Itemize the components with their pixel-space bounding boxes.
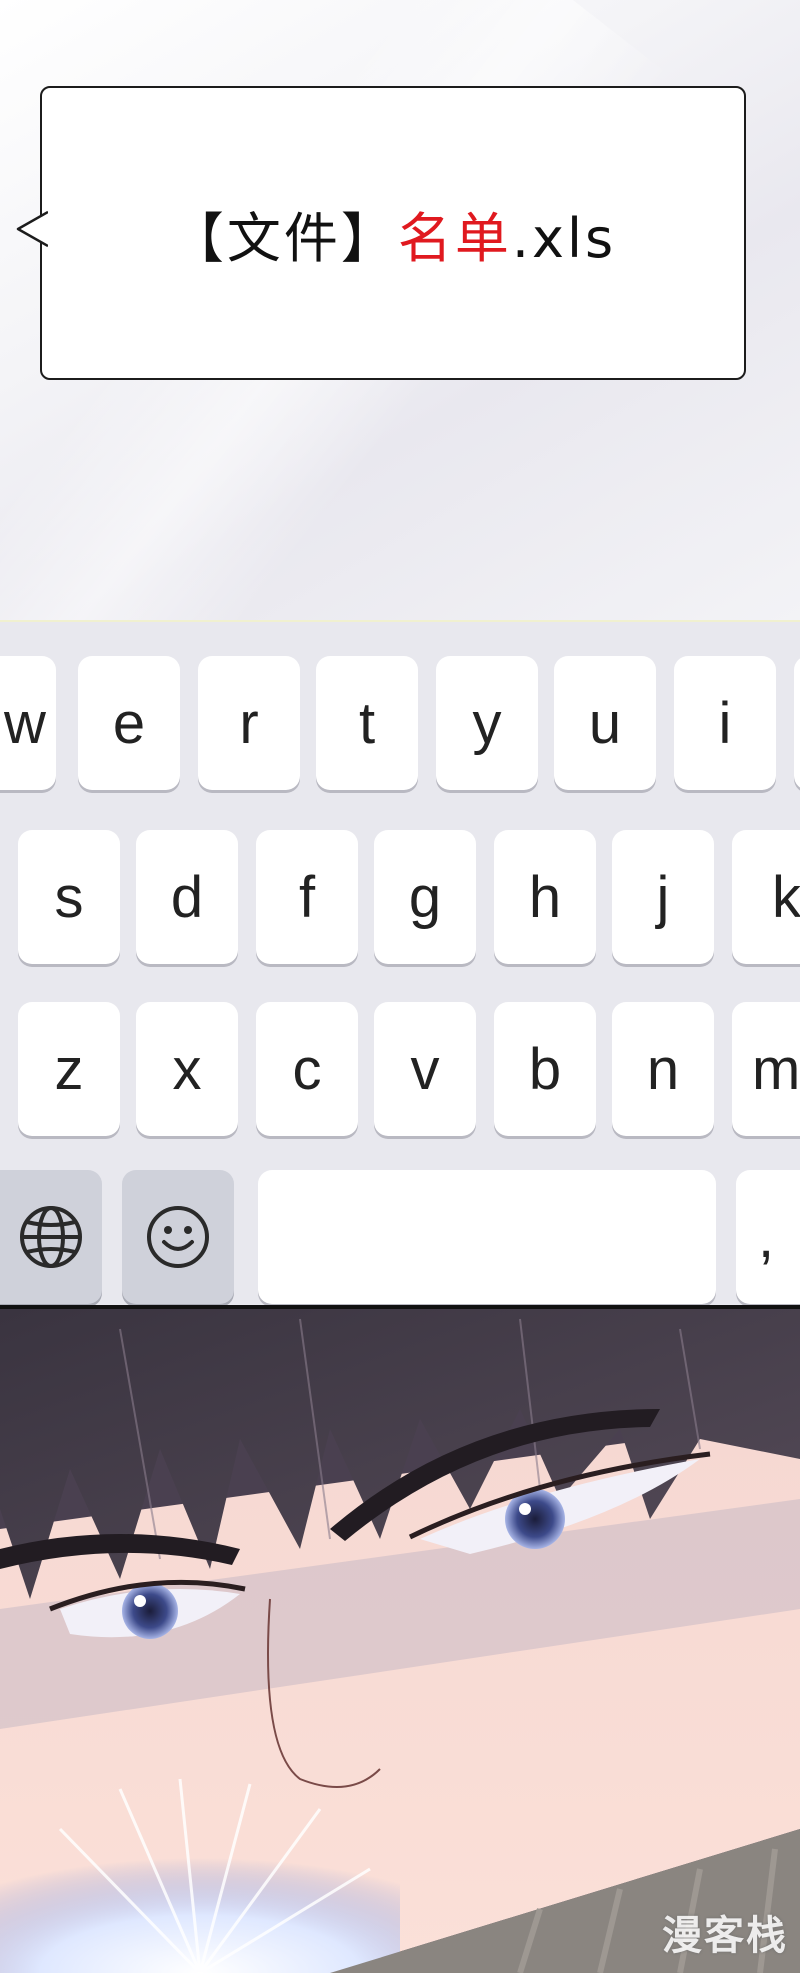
bubble-tail [16, 210, 48, 248]
key-x[interactable]: x [136, 1002, 238, 1136]
character-face-illustration [0, 1309, 800, 1973]
file-message: 【文件】名单.xls [170, 194, 616, 273]
watermark-logo: 漫客栈 [662, 1913, 788, 1959]
key-y[interactable]: y [436, 656, 538, 790]
key-i[interactable]: i [674, 656, 776, 790]
file-name: 名单 [397, 206, 512, 270]
bracket-open: 【 [169, 206, 227, 270]
manga-illustration: 漫客栈 [0, 1309, 800, 1973]
key-o-partial[interactable] [794, 656, 800, 790]
phone-screen: 【文件】名单.xls [0, 0, 800, 620]
chat-bubble[interactable]: 【文件】名单.xls [40, 86, 746, 380]
key-d[interactable]: d [136, 830, 238, 964]
key-v[interactable]: v [374, 1002, 476, 1136]
key-z[interactable]: z [18, 1002, 120, 1136]
bracket-close: 】 [340, 206, 398, 270]
on-screen-keyboard: w e r t y u i s d f g h j k z x c v b n … [0, 620, 800, 1307]
key-u[interactable]: u [554, 656, 656, 790]
key-b[interactable]: b [494, 1002, 596, 1136]
globe-key[interactable] [0, 1170, 102, 1304]
key-n[interactable]: n [612, 1002, 714, 1136]
emoji-key[interactable] [122, 1170, 234, 1304]
comma-key[interactable]: , [736, 1170, 800, 1304]
key-m[interactable]: m [732, 1002, 800, 1136]
key-f[interactable]: f [256, 830, 358, 964]
key-k[interactable]: k [732, 830, 800, 964]
key-s[interactable]: s [18, 830, 120, 964]
smiley-icon [147, 1206, 209, 1268]
globe-icon [20, 1206, 82, 1268]
key-g[interactable]: g [374, 830, 476, 964]
file-extension: .xls [511, 206, 617, 270]
file-tag: 文件 [226, 206, 341, 270]
key-t[interactable]: t [316, 656, 418, 790]
key-c[interactable]: c [256, 1002, 358, 1136]
key-e[interactable]: e [78, 656, 180, 790]
key-w[interactable]: w [0, 656, 56, 790]
space-key[interactable] [258, 1170, 716, 1304]
key-h[interactable]: h [494, 830, 596, 964]
key-j[interactable]: j [612, 830, 714, 964]
key-r[interactable]: r [198, 656, 300, 790]
